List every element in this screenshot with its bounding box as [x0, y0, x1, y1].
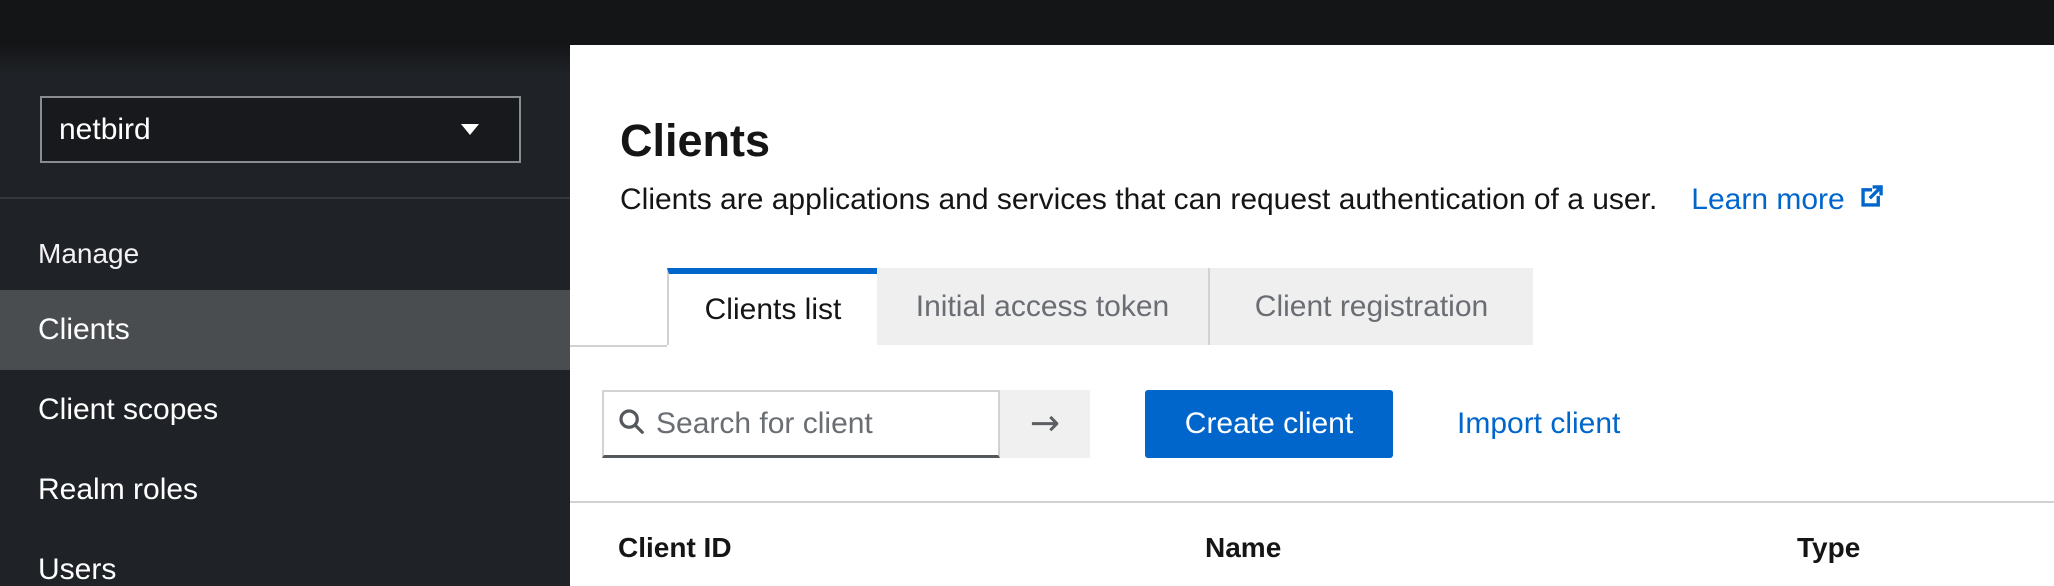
- search-group: →: [602, 390, 1090, 458]
- masthead: [0, 0, 2054, 45]
- external-link-icon: [1858, 183, 1885, 217]
- table-header-type: Type: [1797, 533, 1860, 563]
- sidebar-item-label: Users: [38, 553, 116, 586]
- page-description-row: Clients are applications and services th…: [620, 183, 1885, 217]
- search-input[interactable]: [656, 407, 986, 441]
- learn-more-label: Learn more: [1691, 184, 1844, 216]
- learn-more-link[interactable]: Learn more: [1691, 183, 1884, 217]
- sidebar-item-clients[interactable]: Clients: [0, 290, 570, 370]
- tab-label: Clients list: [705, 293, 842, 327]
- table-header-client-id: Client ID: [618, 533, 732, 563]
- search-icon: [616, 406, 646, 441]
- sidebar-item-label: Client scopes: [38, 393, 218, 427]
- sidebar-item-users[interactable]: Users: [0, 530, 570, 586]
- nav-section-title-manage: Manage: [38, 240, 139, 268]
- import-client-link[interactable]: Import client: [1457, 390, 1620, 458]
- table-divider: [570, 501, 2054, 503]
- sidebar-item-label: Realm roles: [38, 473, 198, 507]
- tab-label: Initial access token: [916, 290, 1169, 324]
- sidebar-nav: netbird Manage Clients Client scopes Rea…: [0, 45, 570, 586]
- sidebar-item-client-scopes[interactable]: Client scopes: [0, 370, 570, 450]
- tab-client-registration[interactable]: Client registration: [1208, 268, 1533, 345]
- search-submit-button[interactable]: →: [1000, 390, 1090, 458]
- tab-label: Client registration: [1255, 290, 1488, 324]
- search-input-wrap: [602, 390, 1000, 458]
- tabs-underline: [570, 345, 667, 347]
- tab-initial-access-token[interactable]: Initial access token: [877, 268, 1208, 345]
- sidebar-divider: [0, 197, 570, 199]
- current-realm-name: netbird: [59, 113, 151, 147]
- arrow-right-icon: →: [1030, 406, 1060, 442]
- main-content: Clients Clients are applications and ser…: [570, 45, 2054, 586]
- sidebar-item-label: Clients: [38, 313, 130, 347]
- keycloak-admin-console: netbird Manage Clients Client scopes Rea…: [0, 0, 2054, 586]
- table-header-name: Name: [1205, 533, 1281, 563]
- tab-clients-list[interactable]: Clients list: [667, 268, 877, 345]
- chevron-down-icon: [461, 124, 479, 135]
- page-description: Clients are applications and services th…: [620, 184, 1657, 216]
- create-client-button[interactable]: Create client: [1145, 390, 1393, 458]
- page-title: Clients: [620, 115, 770, 167]
- realm-selector-dropdown[interactable]: netbird: [40, 96, 521, 163]
- sidebar-item-realm-roles[interactable]: Realm roles: [0, 450, 570, 530]
